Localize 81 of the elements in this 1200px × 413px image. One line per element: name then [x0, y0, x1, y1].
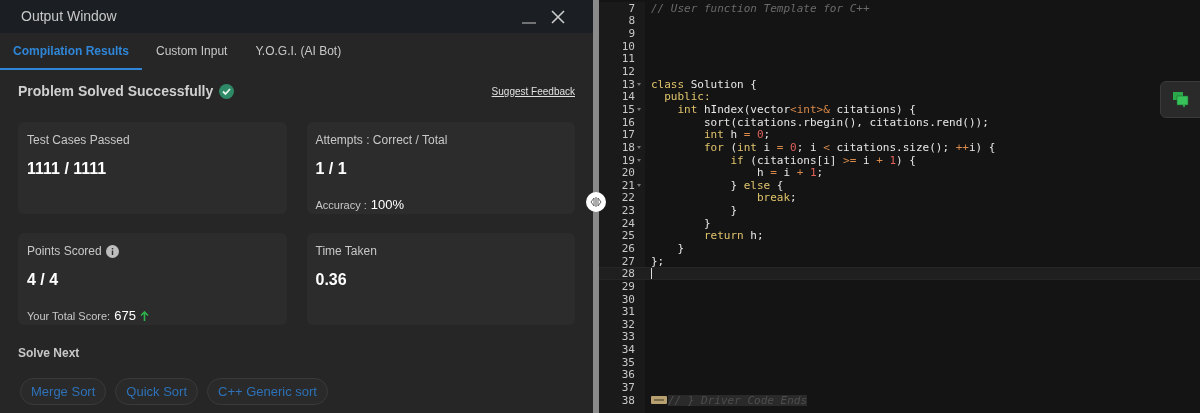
fold-caret-icon[interactable]	[636, 107, 641, 111]
line-number: 11	[621, 53, 635, 65]
stat-detail-value: 100%	[370, 196, 405, 214]
line-number: 19	[621, 154, 635, 166]
topic-chip[interactable]: Quick Sort	[115, 378, 198, 405]
feedback-link[interactable]: Suggest Feedback	[491, 84, 575, 99]
line-number: 34	[621, 344, 635, 356]
line-number: 28	[621, 268, 635, 280]
fold-caret-icon[interactable]	[636, 145, 641, 149]
line-number: 10	[621, 40, 635, 52]
stat-label: Test Cases Passed	[27, 132, 130, 149]
split-arrows-icon	[590, 197, 602, 207]
stat-value: 1111 / 1111	[27, 161, 108, 177]
line-number: 36	[621, 369, 635, 381]
line-number: 15	[621, 103, 635, 115]
line-number: 9	[628, 28, 635, 40]
code-line: }	[676, 243, 685, 254]
line-number: 20	[621, 167, 635, 179]
code-line: for (int i = 0; i < citations.size(); ++i) {	[702, 141, 996, 153]
code-line: int hIndex(vector<int>& citations) {	[676, 103, 916, 115]
line-number: 8	[628, 15, 635, 27]
fold-caret-icon[interactable]	[636, 183, 641, 187]
tab[interactable]: Y.O.G.I. (AI Bot)	[241, 33, 356, 70]
line-number: 21	[621, 179, 635, 191]
line-number: 16	[621, 116, 635, 128]
stat-value: 1 / 1	[315, 161, 348, 177]
code-line: return h;	[702, 230, 764, 242]
code-line: sort(citations.rbegin(), citations.rend());	[702, 116, 989, 128]
code-line: int h = 0;	[702, 129, 771, 141]
stat-detail-value: 675	[114, 307, 136, 325]
code-line: break;	[755, 192, 797, 204]
line-number: 37	[621, 382, 635, 394]
line-number: 25	[621, 230, 635, 242]
line-number: 7	[628, 2, 635, 14]
chat-button[interactable]	[1160, 81, 1200, 118]
code-line: } else {	[729, 179, 784, 191]
line-number: 22	[621, 192, 635, 204]
window-title: Output Window	[21, 7, 117, 26]
close-icon[interactable]	[551, 9, 565, 24]
tab[interactable]: Compilation Results	[0, 33, 142, 70]
line-number: 30	[621, 293, 635, 305]
line-number: 32	[621, 318, 635, 330]
stat-label: Attempts : Correct / Total	[315, 132, 448, 149]
status-heading: Problem Solved Successfully	[18, 82, 214, 101]
chat-bubbles-icon	[1173, 91, 1189, 108]
stat-detail-label: Your Total Score:	[27, 308, 111, 324]
line-number: 18	[621, 141, 635, 153]
tab[interactable]: Custom Input	[142, 33, 242, 70]
line-number: 24	[621, 217, 635, 229]
topic-chip[interactable]: Merge Sort	[20, 378, 107, 405]
topic-chip[interactable]: C++ Generic sort	[207, 378, 328, 405]
stat-value: 0.36	[315, 272, 348, 288]
line-number: 29	[621, 280, 635, 292]
line-number: 33	[621, 331, 635, 343]
stat-label: Points Scored	[27, 243, 102, 260]
folded-code-icon[interactable]	[651, 396, 667, 405]
line-number: 23	[621, 205, 635, 217]
line-number: 26	[621, 243, 635, 254]
code-line: public:	[663, 91, 711, 103]
fold-caret-icon[interactable]	[636, 82, 641, 86]
line-number: 13	[621, 78, 635, 90]
section-heading: Solve Next	[18, 345, 81, 362]
line-number: 27	[621, 255, 635, 267]
code-line: }	[729, 205, 738, 217]
code-line: };	[651, 255, 665, 267]
text-cursor	[651, 268, 652, 280]
line-number: 17	[621, 129, 635, 141]
code-line: h = i + 1;	[755, 167, 824, 179]
code-line: if (citations[i] >= i + 1) {	[729, 154, 916, 166]
stat-label: Time Taken	[315, 243, 377, 260]
line-number: 14	[621, 91, 635, 103]
line-number: 12	[621, 66, 635, 77]
code-line: class Solution {	[651, 78, 757, 90]
line-number: 38	[621, 394, 635, 406]
code-line: // User function Template for C++	[651, 2, 870, 14]
stat-detail-label: Accuracy :	[315, 197, 367, 213]
stat-value: 4 / 4	[27, 272, 60, 288]
line-number: 35	[621, 356, 635, 368]
line-number: 31	[621, 306, 635, 318]
fold-caret-icon[interactable]	[636, 158, 641, 162]
code-line: }	[702, 217, 711, 229]
